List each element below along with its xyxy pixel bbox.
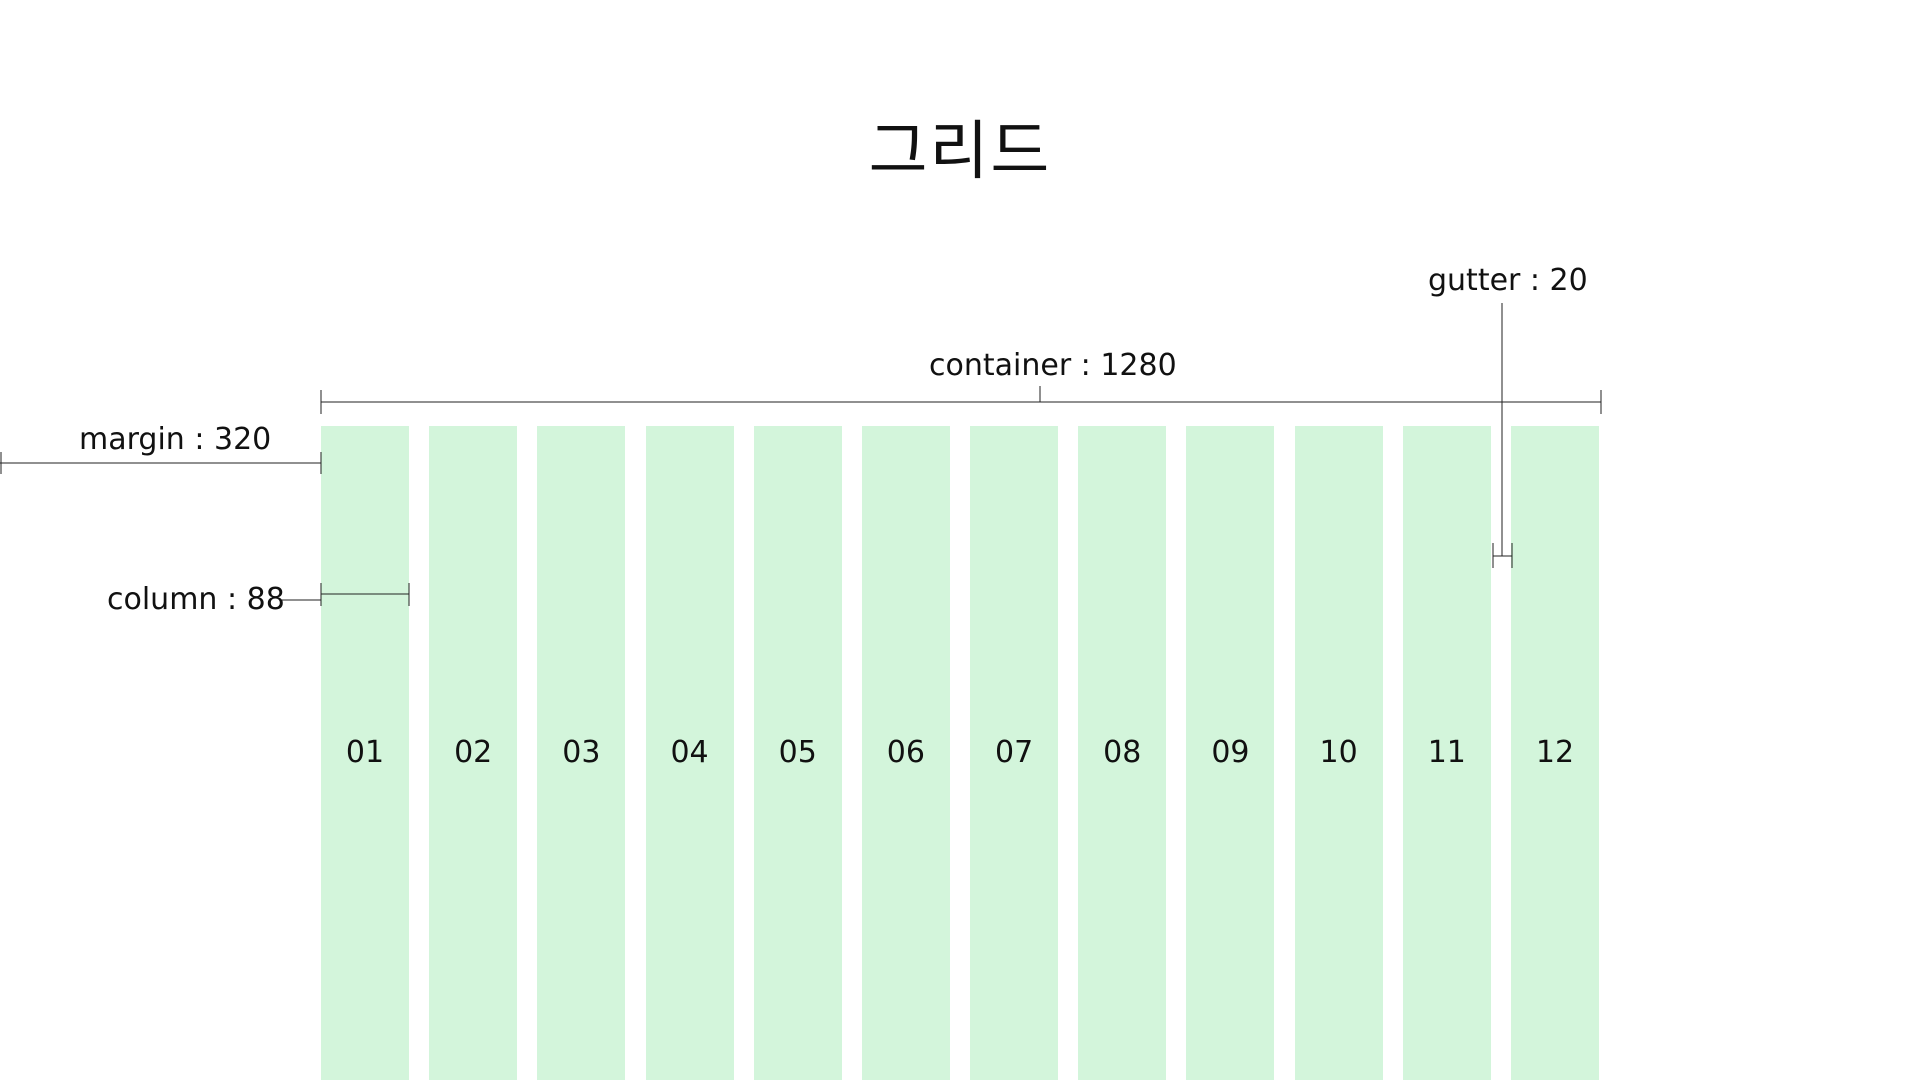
grid-column: 04	[645, 426, 734, 1080]
grid-column-number: 07	[994, 735, 1034, 770]
grid-column: 03	[537, 426, 626, 1080]
grid-column: 01	[321, 426, 409, 1080]
grid-column: 08	[1078, 426, 1167, 1080]
grid-column: 12	[1510, 426, 1599, 1080]
gutter-dimension-line	[1492, 303, 1513, 568]
gutter-label: gutter : 20	[1428, 263, 1588, 298]
grid-column-number: 09	[1211, 735, 1250, 770]
grid-column-number: 01	[345, 735, 385, 770]
grid-column-number: 05	[778, 735, 817, 770]
grid-column-number: 10	[1319, 735, 1358, 770]
grid-column: 10	[1294, 426, 1383, 1080]
grid-column-number: 08	[1103, 735, 1142, 770]
margin-label: margin : 320	[79, 422, 272, 457]
container-dimension-line	[320, 386, 1602, 414]
container-label: container : 1280	[929, 348, 1177, 383]
grid-column: 11	[1402, 426, 1491, 1080]
grid-column-number: 04	[670, 735, 709, 770]
grid-column: 05	[753, 426, 842, 1080]
grid-column: 07	[970, 426, 1059, 1080]
column-label: column : 88	[107, 582, 285, 617]
page-title: 그리드	[868, 115, 1052, 189]
grid-column-number: 02	[454, 735, 493, 770]
grid-column-number: 03	[562, 735, 601, 770]
grid-column: 09	[1186, 426, 1275, 1080]
grid-column-number: 06	[886, 735, 925, 770]
grid-column-number: 12	[1535, 735, 1575, 770]
grid-column: 02	[429, 426, 518, 1080]
grid-column-number: 11	[1427, 735, 1466, 770]
grid-column: 06	[861, 426, 950, 1080]
